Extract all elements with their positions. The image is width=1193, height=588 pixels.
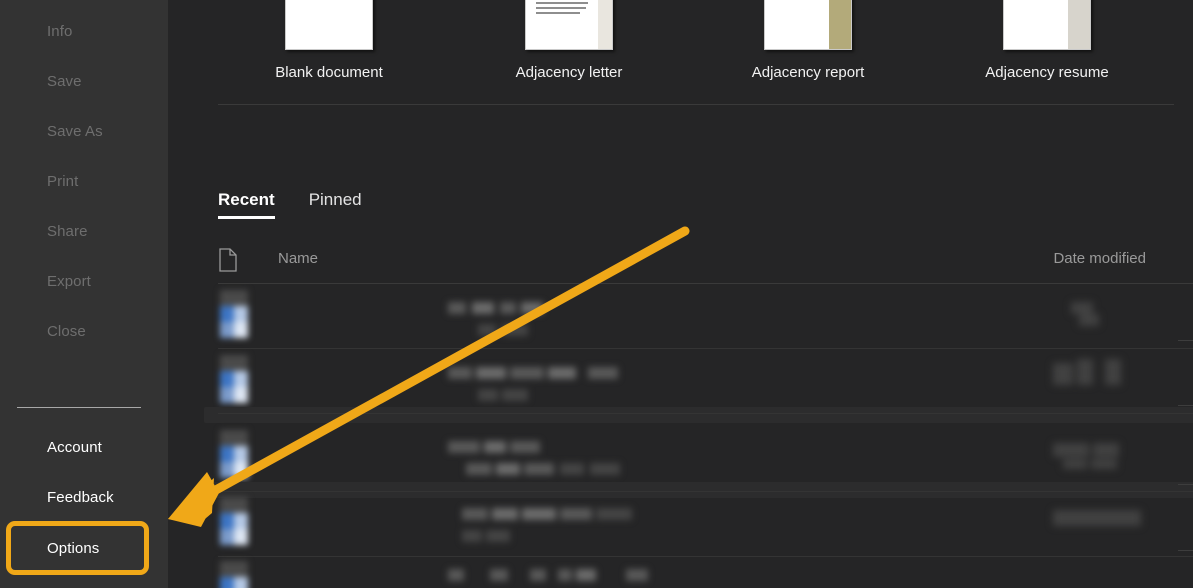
- document-icon: [218, 248, 238, 277]
- table-row[interactable]: [168, 284, 1193, 349]
- office-backstage-screen: Info Save Save As Print Share Export Clo…: [0, 0, 1193, 588]
- template-thumbnail-blank: [285, 0, 373, 50]
- template-label: Adjacency resume: [985, 64, 1109, 81]
- sidebar-item-label: Save: [47, 72, 82, 90]
- template-card-blank-document[interactable]: Blank document: [249, 0, 409, 81]
- sidebar-item-label: Share: [47, 222, 88, 240]
- table-row[interactable]: [168, 427, 1193, 498]
- redacted-date-modified: [1053, 302, 1173, 332]
- redacted-date-modified: [1053, 510, 1183, 536]
- redacted-file-name: [448, 508, 788, 550]
- column-header-name[interactable]: Name: [278, 250, 318, 267]
- sidebar-item-print[interactable]: Print: [0, 156, 168, 206]
- redacted-file-name: [448, 302, 778, 344]
- template-card-adjacency-report[interactable]: Adjacency report: [728, 0, 888, 81]
- template-gallery: Blank document Adjacency letter Adjacenc…: [168, 0, 1193, 105]
- template-thumbnail-resume: [1003, 0, 1091, 50]
- sidebar-item-label: Feedback: [47, 488, 114, 506]
- sidebar-item-share[interactable]: Share: [0, 206, 168, 256]
- redacted-date-modified: [1053, 443, 1183, 473]
- sidebar-item-account[interactable]: Account: [0, 422, 168, 472]
- sidebar-item-export[interactable]: Export: [0, 256, 168, 306]
- column-header-date-modified[interactable]: Date modified: [1053, 250, 1146, 267]
- template-card-adjacency-letter[interactable]: Adjacency letter: [489, 0, 649, 81]
- sidebar-item-label: Account: [47, 438, 102, 456]
- sidebar-item-save[interactable]: Save: [0, 56, 168, 106]
- redacted-file-name: [448, 367, 778, 409]
- word-file-icon: [220, 561, 248, 588]
- sidebar-item-feedback[interactable]: Feedback: [0, 472, 168, 522]
- sidebar-item-options[interactable]: Options: [0, 523, 168, 573]
- tab-label: Recent: [218, 190, 275, 209]
- template-label: Adjacency letter: [515, 64, 623, 81]
- word-file-icon: [220, 430, 248, 480]
- sidebar-item-label: Close: [47, 322, 86, 340]
- redacted-file-name: [448, 441, 788, 483]
- document-list-header: Name Date modified: [218, 248, 1174, 276]
- backstage-main-panel: Blank document Adjacency letter Adjacenc…: [168, 0, 1193, 588]
- template-label: Adjacency report: [751, 64, 865, 81]
- template-section-divider: [218, 104, 1174, 105]
- word-file-icon: [220, 290, 248, 340]
- sidebar-item-label: Info: [47, 22, 73, 40]
- template-card-adjacency-resume[interactable]: Adjacency resume: [967, 0, 1127, 81]
- table-row[interactable]: [168, 492, 1193, 557]
- table-row[interactable]: [168, 349, 1193, 423]
- sidebar-item-info[interactable]: Info: [0, 6, 168, 56]
- template-thumbnail-letter: [525, 0, 613, 50]
- document-list-tabs: Recent Pinned: [218, 190, 362, 219]
- tab-recent[interactable]: Recent: [218, 190, 275, 219]
- word-file-icon: [220, 355, 248, 405]
- template-thumbnail-report: [764, 0, 852, 50]
- tab-label: Pinned: [308, 190, 362, 209]
- backstage-sidebar: Info Save Save As Print Share Export Clo…: [0, 0, 168, 588]
- redacted-file-name: [448, 569, 788, 588]
- sidebar-item-label: Save As: [47, 122, 103, 140]
- sidebar-item-label: Options: [47, 539, 100, 557]
- sidebar-item-save-as[interactable]: Save As: [0, 106, 168, 156]
- table-row[interactable]: [168, 557, 1193, 588]
- tab-pinned[interactable]: Pinned: [309, 190, 362, 219]
- word-file-icon: [220, 497, 248, 547]
- sidebar-item-close[interactable]: Close: [0, 306, 168, 356]
- sidebar-item-label: Print: [47, 172, 79, 190]
- redacted-date-modified: [1053, 359, 1183, 393]
- template-label: Blank document: [275, 64, 383, 81]
- sidebar-item-label: Export: [47, 272, 91, 290]
- sidebar-divider: [17, 407, 141, 408]
